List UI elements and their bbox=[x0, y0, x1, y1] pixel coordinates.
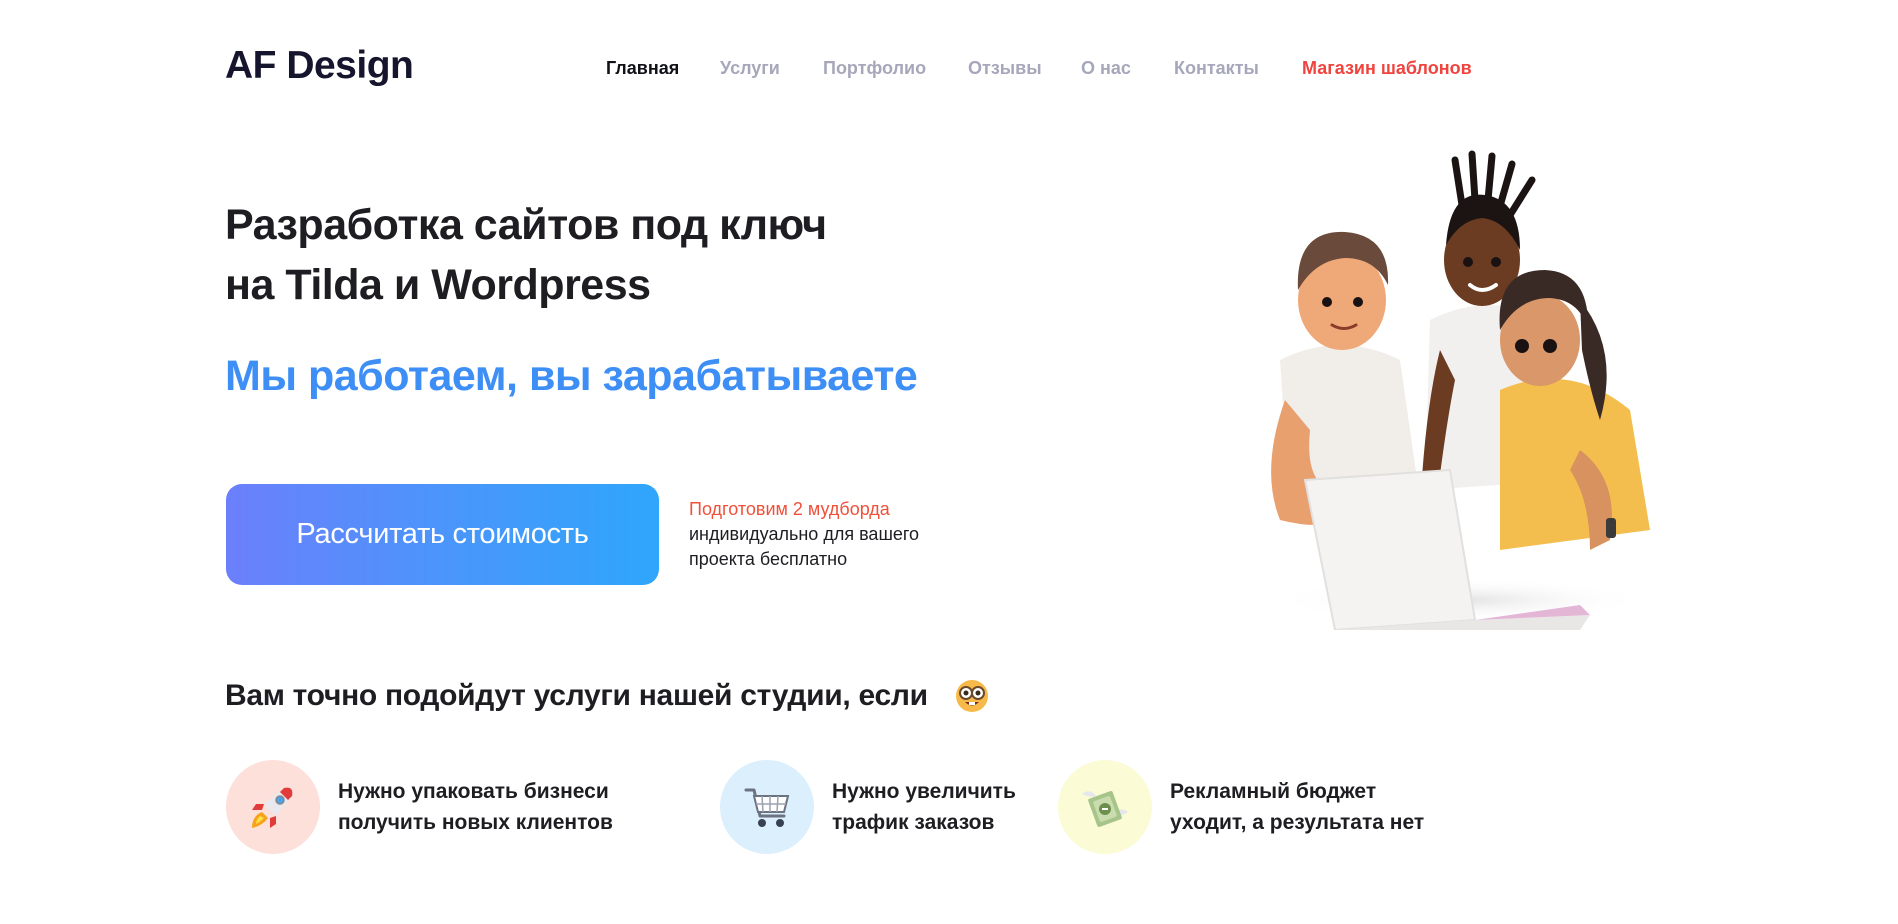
hero-subtitle: Мы работаем, вы зарабатываете bbox=[225, 352, 918, 400]
feature-icon-circle bbox=[1058, 760, 1152, 854]
feature-icon-circle bbox=[226, 760, 320, 854]
hero-title-line-2: на Tilda и Wordpress bbox=[225, 261, 651, 309]
landing-page: AF Design Главная Услуги Портфолио Отзыв… bbox=[0, 0, 1898, 924]
section-title: Вам точно подойдут услуги нашей студии, … bbox=[225, 679, 928, 712]
hero-title: Разработка сайтов под ключ на Tilda и Wo… bbox=[225, 195, 925, 315]
nav-item-home[interactable]: Главная bbox=[606, 58, 679, 79]
flying-money-icon bbox=[1082, 791, 1128, 827]
person-right bbox=[1499, 270, 1650, 550]
feature-line-1: Рекламный бюджет bbox=[1170, 780, 1377, 803]
nav-item-reviews[interactable]: Отзывы bbox=[968, 58, 1042, 79]
cta-note-accent: Подготовим 2 мудборда bbox=[689, 499, 890, 519]
hero-title-line-1: Разработка сайтов под ключ bbox=[225, 201, 827, 249]
nav-item-contacts[interactable]: Контакты bbox=[1174, 58, 1259, 79]
nav-item-template-shop[interactable]: Магазин шаблонов bbox=[1302, 58, 1472, 79]
main-nav: Главная Услуги Портфолио Отзывы О нас Ко… bbox=[0, 58, 1898, 82]
team-illustration bbox=[1270, 150, 1650, 630]
shopping-cart-icon bbox=[744, 788, 790, 827]
nav-item-portfolio[interactable]: Портфолио bbox=[823, 58, 926, 79]
feature-line-1: Нужно упаковать бизнеси bbox=[338, 780, 609, 803]
cta-note-line-2: индивидуально для вашего bbox=[689, 524, 920, 544]
cta-note: Подготовим 2 мудборда индивидуально для … bbox=[689, 497, 989, 572]
nerd-face-icon bbox=[956, 680, 988, 712]
calculate-cost-button[interactable]: Рассчитать стоимость bbox=[226, 484, 659, 585]
nav-item-services[interactable]: Услуги bbox=[720, 58, 780, 79]
feature-line-2: уходит, а результата нет bbox=[1170, 811, 1425, 834]
feature-line-2: получить новых клиентов bbox=[338, 811, 613, 834]
feature-text: Рекламный бюджет уходит, а результата не… bbox=[1170, 776, 1490, 838]
cta-note-line-3: проекта бесплатно bbox=[689, 549, 848, 569]
feature-icon-circle bbox=[720, 760, 814, 854]
nav-item-about[interactable]: О нас bbox=[1081, 58, 1131, 79]
feature-text: Нужно упаковать бизнеси получить новых к… bbox=[338, 776, 658, 838]
rocket-icon bbox=[252, 787, 293, 828]
